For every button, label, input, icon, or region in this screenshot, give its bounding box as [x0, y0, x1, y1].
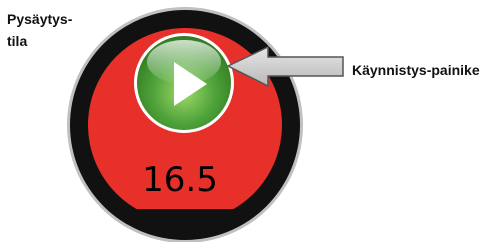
- device-gauge: 16.5: [67, 7, 344, 242]
- start-button-label: Käynnistys-painike: [352, 62, 480, 78]
- start-button[interactable]: [134, 33, 234, 133]
- value-display: 16.5: [142, 160, 218, 200]
